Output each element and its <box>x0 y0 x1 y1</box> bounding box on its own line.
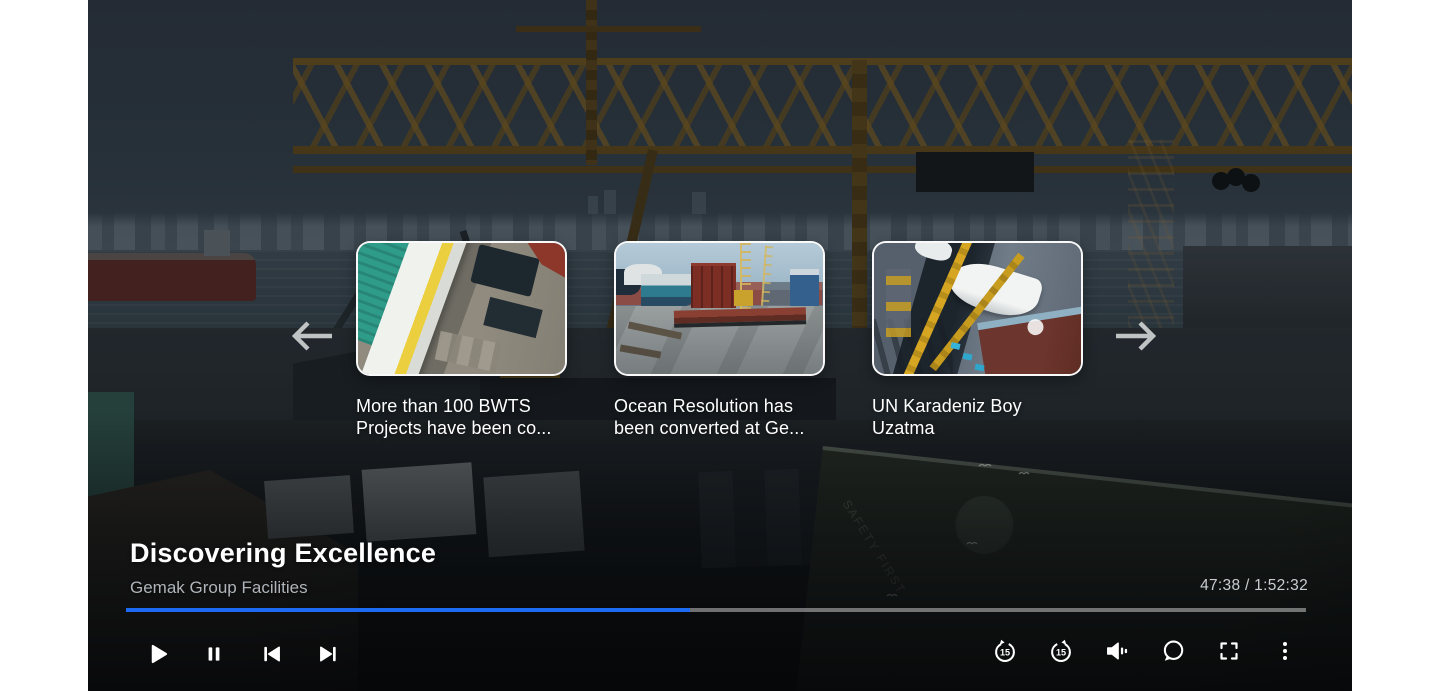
volume-icon <box>1104 638 1130 664</box>
thumbnail-image[interactable] <box>614 241 825 376</box>
progress-fill <box>126 608 690 612</box>
time-display: 47:38 / 1:52:32 <box>1200 577 1308 595</box>
fullscreen-button[interactable] <box>1216 634 1242 668</box>
thumb-detail <box>950 342 960 350</box>
thumb-detail <box>674 307 807 327</box>
video-info: Discovering Excellence Gemak Group Facil… <box>130 538 436 598</box>
caption-line: Ocean Resolution has <box>614 395 825 417</box>
previous-button[interactable] <box>258 637 284 671</box>
chat-bubble-icon <box>1160 638 1186 664</box>
kebab-menu-icon <box>1273 639 1297 663</box>
video-subtitle: Gemak Group Facilities <box>130 578 436 598</box>
thumb-detail <box>691 263 737 309</box>
more-options-button[interactable] <box>1272 634 1298 668</box>
play-icon <box>146 642 169 666</box>
thumb-detail <box>734 290 753 306</box>
suggestion-card[interactable]: UN Karadeniz Boy Uzatma <box>872 241 1083 439</box>
thumb-detail <box>790 269 819 306</box>
rewind-15-icon: 15 <box>992 636 1018 666</box>
card-caption: UN Karadeniz Boy Uzatma <box>872 395 1083 439</box>
skip-amount-label: 15 <box>1056 648 1066 658</box>
pause-button[interactable] <box>201 637 227 671</box>
video-player: SAFETY FIRST More than 100 BWTS Pro <box>88 0 1352 691</box>
carousel-prev-button[interactable] <box>282 314 338 360</box>
progress-bar[interactable] <box>126 608 1306 612</box>
card-caption: More than 100 BWTS Projects have been co… <box>356 395 567 439</box>
thumb-detail <box>886 269 911 337</box>
arrow-left-icon <box>282 314 338 358</box>
next-track-icon <box>317 642 340 666</box>
forward-15-icon: 15 <box>1048 636 1074 666</box>
play-button[interactable] <box>144 637 170 671</box>
thumbnail-image[interactable] <box>356 241 567 376</box>
card-caption: Ocean Resolution has been converted at G… <box>614 395 825 439</box>
volume-button[interactable] <box>1104 634 1130 668</box>
arrow-right-icon <box>1110 314 1166 358</box>
caption-line: been converted at Ge... <box>614 417 825 439</box>
previous-track-icon <box>260 642 283 666</box>
next-button[interactable] <box>315 637 341 671</box>
suggestion-card[interactable]: Ocean Resolution has been converted at G… <box>614 241 825 439</box>
video-title: Discovering Excellence <box>130 538 436 569</box>
playback-controls <box>144 637 341 671</box>
suggestions-carousel: More than 100 BWTS Projects have been co… <box>356 241 1083 439</box>
caption-line: Projects have been co... <box>356 417 567 439</box>
suggestion-card[interactable]: More than 100 BWTS Projects have been co… <box>356 241 567 439</box>
forward-15-button[interactable]: 15 <box>1048 634 1074 668</box>
comments-button[interactable] <box>1160 634 1186 668</box>
rewind-15-button[interactable]: 15 <box>992 634 1018 668</box>
thumbnail-image[interactable] <box>872 241 1083 376</box>
skip-amount-label: 15 <box>1000 648 1010 658</box>
carousel-next-button[interactable] <box>1110 314 1166 360</box>
thumb-detail <box>641 274 695 307</box>
secondary-controls: 15 15 <box>992 634 1298 668</box>
fullscreen-icon <box>1217 639 1241 663</box>
caption-line: Uzatma <box>872 417 1083 439</box>
pause-icon <box>204 642 224 666</box>
caption-line: More than 100 BWTS <box>356 395 567 417</box>
caption-line: UN Karadeniz Boy <box>872 395 1083 417</box>
